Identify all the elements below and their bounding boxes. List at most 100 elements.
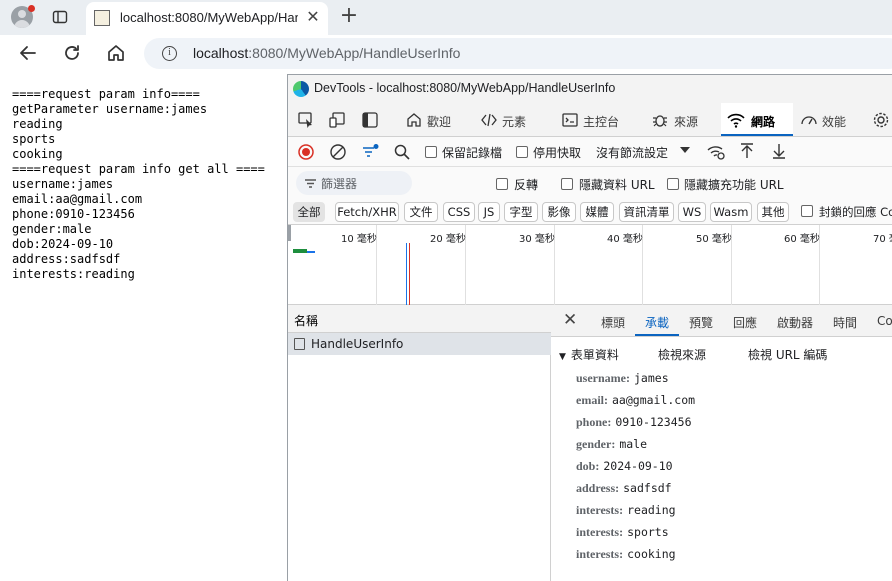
detail-tab-cookies[interactable]: Coo — [877, 314, 892, 328]
detail-tab-response[interactable]: 回應 — [733, 314, 757, 331]
page-body-text: ====request param info==== getParameter u… — [12, 87, 265, 282]
timeline-handle[interactable] — [288, 225, 291, 241]
form-data-value: aa@gmail.com — [612, 393, 696, 407]
throttling-select[interactable]: 沒有節流設定 — [596, 144, 668, 161]
close-tab-icon[interactable]: ✕ — [304, 8, 322, 26]
hide-data-url-checkbox[interactable] — [561, 178, 573, 190]
detail-tab-preview[interactable]: 預覽 — [689, 314, 713, 331]
home-icon[interactable] — [105, 42, 127, 64]
tab-sources[interactable]: 來源 — [648, 103, 708, 136]
bug-icon — [653, 115, 667, 127]
type-chip[interactable]: 資訊清單 — [619, 202, 674, 222]
request-row[interactable]: HandleUserInfo — [288, 333, 551, 355]
preserve-log-checkbox[interactable] — [425, 146, 437, 158]
tab-welcome[interactable]: 歡迎 — [400, 103, 456, 136]
name-column-header[interactable]: 名稱 — [288, 305, 551, 333]
tab-elements[interactable]: 元素 — [475, 103, 531, 136]
dock-side-icon[interactable] — [361, 111, 379, 129]
detail-tab-payload[interactable]: 承載 — [645, 314, 669, 331]
tab-network[interactable]: 網路 — [721, 103, 793, 136]
type-chip[interactable]: 媒體 — [580, 202, 614, 222]
form-data-row[interactable]: phone: 0910-123456 — [576, 415, 692, 430]
filter-input[interactable]: 篩選器 — [296, 171, 412, 195]
filter-toggle-icon[interactable] — [361, 143, 379, 161]
form-data-row[interactable]: address: sadfsdf — [576, 481, 672, 496]
type-chip[interactable]: Wasm — [710, 202, 752, 222]
page-text-line: interests:reading — [12, 267, 135, 281]
form-data-row[interactable]: interests: cooking — [576, 547, 676, 562]
form-data-section-header[interactable]: ▼ 表單資料 — [559, 346, 619, 363]
detail-tab-initiator[interactable]: 啟動器 — [777, 314, 813, 331]
form-data-key: address: — [576, 481, 620, 495]
page-text-line: dob:2024-09-10 — [12, 237, 114, 251]
type-chip[interactable]: 字型 — [504, 202, 538, 222]
form-data-row[interactable]: email: aa@gmail.com — [576, 393, 695, 408]
type-chip[interactable]: 全部 — [293, 202, 325, 222]
clear-icon[interactable] — [329, 143, 347, 161]
type-chip[interactable]: 其他 — [757, 202, 789, 222]
record-icon[interactable] — [297, 143, 315, 161]
tab-console[interactable]: 主控台 — [556, 103, 626, 136]
console-icon — [562, 113, 578, 127]
hide-data-url-label: 隱藏資料 URL — [579, 178, 655, 192]
type-chip[interactable]: WS — [678, 202, 706, 222]
form-data-row[interactable]: username: james — [576, 371, 669, 386]
address-bar[interactable]: i localhost:8080/MyWebApp/HandleUserInfo — [144, 38, 892, 69]
form-data-value: 2024-09-10 — [603, 459, 673, 473]
detail-tab-timing[interactable]: 時間 — [833, 314, 857, 331]
resource-type-row: 全部 Fetch/XHR 文件 CSS JS 字型 影像 媒體 資訊清單 WS … — [288, 199, 892, 225]
chevron-down-icon[interactable] — [679, 144, 691, 156]
blocked-cookies-checkbox[interactable] — [801, 205, 813, 217]
page-text-line: phone:0910-123456 — [12, 207, 135, 221]
invert-checkbox[interactable] — [496, 178, 508, 190]
search-icon[interactable] — [393, 143, 411, 161]
filter-placeholder: 篩選器 — [321, 177, 358, 191]
browser-tab-active[interactable]: localhost:8080/MyWebApp/HandleUserInfo ✕ — [86, 2, 328, 35]
url-path: :8080/MyWebApp/HandleUserInfo — [248, 45, 461, 61]
form-data-row[interactable]: dob: 2024-09-10 — [576, 459, 673, 474]
inspect-element-icon[interactable] — [297, 111, 315, 129]
page-text-line: sports — [12, 132, 56, 146]
page-text-line: address:sadfsdf — [12, 252, 121, 266]
tab-sources-label: 來源 — [674, 115, 699, 129]
type-chip[interactable]: 文件 — [404, 202, 438, 222]
form-data-row[interactable]: interests: sports — [576, 525, 669, 540]
view-source-link[interactable]: 檢視來源 — [658, 346, 706, 363]
page-text-line: ====request param info==== — [12, 87, 200, 101]
site-info-icon[interactable]: i — [162, 46, 177, 61]
timeline-tick: 40 毫秒 — [607, 234, 643, 245]
disable-cache-label: 停用快取 — [533, 146, 582, 160]
type-chip[interactable]: 影像 — [542, 202, 576, 222]
settings-gear-icon[interactable] — [872, 111, 890, 129]
preserve-log-label: 保留記錄檔 — [442, 146, 503, 160]
device-toolbar-icon[interactable] — [329, 111, 347, 129]
request-detail-pane: ✕ 標頭 承載 預覽 回應 啟動器 時間 Coo ▼ 表單資料 檢視來源 檢視 U… — [551, 305, 892, 581]
disable-cache-checkbox[interactable] — [516, 146, 528, 158]
back-icon[interactable] — [17, 42, 39, 64]
tab-performance[interactable]: 效能 — [798, 103, 860, 136]
import-har-icon[interactable] — [738, 142, 756, 160]
close-detail-icon[interactable]: ✕ — [563, 312, 577, 329]
form-data-row[interactable]: interests: reading — [576, 503, 676, 518]
type-chip[interactable]: Fetch/XHR — [335, 202, 399, 222]
active-tab-underline — [635, 334, 679, 336]
tab-actions-icon[interactable] — [52, 9, 68, 25]
detail-tab-headers[interactable]: 標頭 — [601, 314, 625, 331]
timeline-overview[interactable]: 10 毫秒 20 毫秒 30 毫秒 40 毫秒 50 毫秒 60 毫秒 70 毫 — [288, 225, 892, 305]
tab-network-label: 網路 — [751, 115, 776, 129]
network-conditions-icon[interactable] — [707, 143, 725, 161]
edge-logo-icon — [293, 81, 309, 97]
url-text[interactable]: localhost:8080/MyWebApp/HandleUserInfo — [193, 45, 460, 61]
new-tab-icon[interactable]: + — [338, 5, 360, 27]
page-text-line: email:aa@gmail.com — [12, 192, 143, 206]
form-data-row[interactable]: gender: male — [576, 437, 647, 452]
type-chip[interactable]: JS — [478, 202, 500, 222]
export-har-icon[interactable] — [770, 142, 788, 160]
hide-ext-url-checkbox[interactable] — [667, 178, 679, 190]
page-text-line: ====request param info get all ==== — [12, 162, 265, 176]
gauge-icon — [801, 116, 817, 125]
timeline-tick: 30 毫秒 — [519, 234, 555, 245]
reload-icon[interactable] — [61, 42, 83, 64]
view-url-encoded-link[interactable]: 檢視 URL 編碼 — [748, 346, 827, 363]
type-chip[interactable]: CSS — [443, 202, 475, 222]
